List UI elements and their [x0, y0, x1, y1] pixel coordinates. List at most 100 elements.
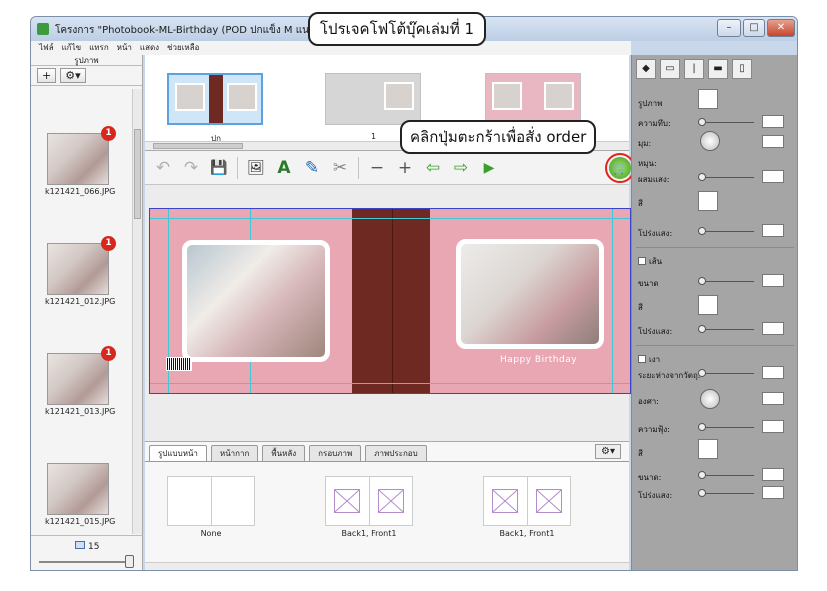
shadow-checkbox[interactable]	[638, 355, 646, 363]
border-section-header[interactable]: เส้น	[638, 255, 662, 268]
angle-value[interactable]	[762, 135, 784, 148]
editor-canvas[interactable]: Happy Birthday	[145, 185, 631, 441]
image-edit-icon[interactable]: ✎	[302, 158, 322, 178]
photo-frame-right[interactable]	[456, 239, 604, 349]
shadow-angle-dial[interactable]	[700, 389, 720, 409]
angle-dial[interactable]	[700, 131, 720, 151]
menu-view[interactable]: แสดง	[140, 41, 159, 55]
border-transparency-slider[interactable]	[698, 325, 754, 333]
menu-help[interactable]: ช่วยเหลือ	[167, 41, 199, 55]
layout-scrollbar[interactable]	[145, 562, 629, 570]
border-transparency-value[interactable]	[762, 322, 784, 335]
border-transparency-label: โปร่งแสง:	[638, 327, 673, 336]
border-size-value[interactable]	[762, 274, 784, 287]
clipart-icon[interactable]: ✂	[330, 158, 350, 178]
layout-item[interactable]: Back1, Front1	[483, 476, 571, 538]
opacity-value[interactable]	[762, 115, 784, 128]
menu-insert[interactable]: แทรก	[89, 41, 109, 55]
photo-frame-left[interactable]	[182, 240, 330, 362]
shadow-section-header[interactable]: เงา	[638, 353, 660, 366]
minimize-button[interactable]: –	[717, 19, 741, 37]
close-button[interactable]: ✕	[767, 19, 795, 37]
photobook-spread[interactable]: Happy Birthday	[149, 208, 631, 394]
shadow-transparency-value[interactable]	[762, 486, 784, 499]
save-icon[interactable]: 💾	[209, 158, 229, 178]
cart-icon[interactable]: 🛒	[609, 157, 631, 179]
shadow-blur-slider[interactable]	[698, 423, 754, 431]
frame-tab-icon[interactable]: ▭	[660, 59, 680, 79]
border-size-slider[interactable]	[698, 277, 754, 285]
layout-preview	[167, 476, 255, 526]
properties-tabs: ◆ ▭ | ▬ ▯	[636, 59, 752, 81]
shadow-angle-value[interactable]	[762, 392, 784, 405]
redo-icon[interactable]: ↷	[181, 158, 201, 178]
zoom-out-icon[interactable]: −	[367, 158, 387, 178]
line-tab-icon[interactable]: |	[684, 59, 704, 79]
happy-birthday-text[interactable]: Happy Birthday	[500, 355, 577, 365]
blend-label: ผสมแสง:	[638, 175, 670, 184]
photo-thumb[interactable]: k121421_015.JPG	[45, 463, 121, 526]
photo-panel: รูปภาพ + ⚙▾ 1 k121421_066.JPG 1 k121421_…	[31, 55, 143, 570]
shadow-transparency-slider[interactable]	[698, 489, 754, 497]
tab-clipart[interactable]: ภาพประกอบ	[365, 445, 427, 461]
highlight-tab-icon[interactable]: ▬	[708, 59, 728, 79]
layout-item[interactable]: None	[167, 476, 255, 538]
blend-value[interactable]	[762, 170, 784, 183]
color-swatch[interactable]	[698, 191, 718, 211]
layout-label: Back1, Front1	[499, 529, 555, 538]
scroll-thumb[interactable]	[153, 143, 243, 149]
menu-page[interactable]: หน้า	[117, 41, 132, 55]
cart-instruction-callout: คลิกปุ่มตะกร้าเพื่อสั่ง order	[400, 120, 597, 154]
blend-slider[interactable]	[698, 173, 754, 181]
photo-settings-button[interactable]: ⚙▾	[60, 68, 86, 83]
shadow-distance-slider[interactable]	[698, 369, 754, 377]
add-photo-icon[interactable]: 🖼	[246, 158, 266, 178]
transparency-value[interactable]	[762, 224, 784, 237]
arrow-right-icon[interactable]: ⇨	[451, 158, 471, 178]
section-divider	[636, 345, 794, 346]
shadow-blur-value[interactable]	[762, 420, 784, 433]
scroll-thumb[interactable]	[134, 129, 141, 219]
app-icon	[37, 23, 49, 35]
photo-thumb[interactable]: 1 k121421_066.JPG	[45, 126, 121, 196]
photo-color-swatch[interactable]	[698, 89, 718, 109]
tab-background[interactable]: พื้นหลัง	[262, 445, 306, 461]
spread-thumb-cover[interactable]	[167, 73, 263, 125]
photo-caption: k121421_013.JPG	[45, 407, 116, 416]
zoom-in-icon[interactable]: +	[395, 158, 415, 178]
shape-tab-icon[interactable]: ◆	[636, 59, 656, 79]
layout-item[interactable]: Back1, Front1	[325, 476, 413, 538]
tab-page-layout[interactable]: รูปแบบหน้า	[149, 445, 207, 461]
photo-section-header: รูปภาพ	[638, 99, 663, 108]
thumb-size-slider-knob[interactable]	[125, 555, 134, 568]
toolbar-divider	[237, 156, 238, 179]
tab-frame[interactable]: กรอบภาพ	[309, 445, 362, 461]
transparency-slider[interactable]	[698, 227, 754, 235]
menu-file[interactable]: ไฟล์	[39, 41, 54, 55]
shadow-color-swatch[interactable]	[698, 439, 718, 459]
add-photo-button[interactable]: +	[37, 68, 57, 83]
layout-settings-button[interactable]: ⚙▾	[595, 444, 621, 459]
maximize-button[interactable]: □	[743, 19, 765, 37]
undo-icon[interactable]: ↶	[153, 158, 173, 178]
thumb-size-slider[interactable]	[39, 561, 129, 563]
border-checkbox[interactable]	[638, 257, 646, 265]
play-icon[interactable]: ▶	[479, 158, 499, 178]
photo-list-scrollbar[interactable]	[132, 89, 142, 534]
shadow-distance-value[interactable]	[762, 366, 784, 379]
spread-thumb-1[interactable]	[325, 73, 421, 125]
arrow-left-icon[interactable]: ⇦	[423, 158, 443, 178]
guide-line	[150, 383, 630, 384]
menu-edit[interactable]: แก้ไข	[62, 41, 82, 55]
spread-thumb-2[interactable]	[485, 73, 581, 125]
add-text-icon[interactable]: A	[274, 158, 294, 178]
border-color-swatch[interactable]	[698, 295, 718, 315]
page-tab-icon[interactable]: ▯	[732, 59, 752, 79]
tab-mask[interactable]: หน้ากาก	[210, 445, 259, 461]
opacity-slider[interactable]	[698, 118, 754, 126]
photo-thumb[interactable]: 1 k121421_012.JPG	[45, 236, 121, 306]
shadow-size-slider[interactable]	[698, 471, 754, 479]
photo-count-value: 15	[88, 542, 100, 552]
photo-thumb[interactable]: 1 k121421_013.JPG	[45, 346, 121, 416]
shadow-size-value[interactable]	[762, 468, 784, 481]
